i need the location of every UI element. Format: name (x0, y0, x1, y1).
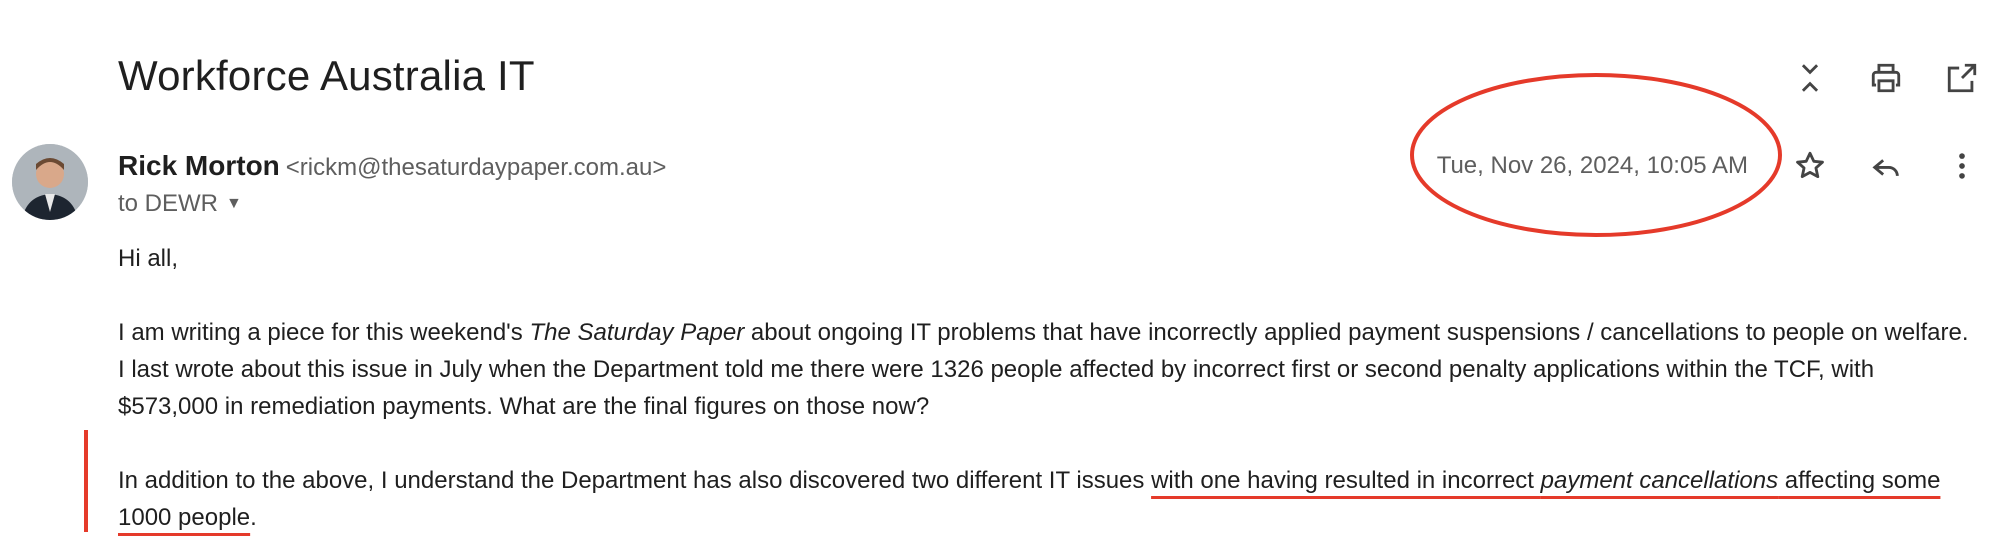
email-body: Hi all, I am writing a piece for this we… (118, 240, 1980, 536)
email-subject: Workforce Australia IT (118, 52, 535, 99)
recipient-label: to DEWR (118, 190, 219, 217)
thread-toolbar (1792, 60, 1980, 96)
collapse-all-icon[interactable] (1792, 60, 1828, 96)
body-paragraph: I am writing a piece for this weekend's … (118, 319, 1969, 420)
reply-icon[interactable] (1868, 148, 1904, 184)
message-actions (1792, 148, 1980, 184)
sender-name[interactable]: Rick Morton (118, 150, 280, 181)
publication-name: The Saturday Paper (529, 319, 745, 346)
star-icon[interactable] (1792, 148, 1828, 184)
email-date: Tue, Nov 26, 2024, 10:05 AM (1436, 152, 1748, 179)
sender-line: Rick Morton <rickm@thesaturdaypaper.com.a… (118, 150, 666, 182)
body-paragraph: In addition to the above, I understand t… (118, 467, 1941, 531)
greeting: Hi all, (118, 245, 179, 272)
sender-email: <rickm@thesaturdaypaper.com.au> (285, 154, 667, 181)
caret-down-icon[interactable]: ▼ (226, 195, 242, 213)
open-in-new-window-icon[interactable] (1944, 60, 1980, 96)
avatar[interactable] (12, 144, 88, 220)
print-icon[interactable] (1868, 60, 1904, 96)
more-vert-icon[interactable] (1944, 148, 1980, 184)
highlight-margin-bar (84, 430, 88, 532)
recipient-toggle[interactable]: to DEWR ▼ (118, 190, 242, 218)
